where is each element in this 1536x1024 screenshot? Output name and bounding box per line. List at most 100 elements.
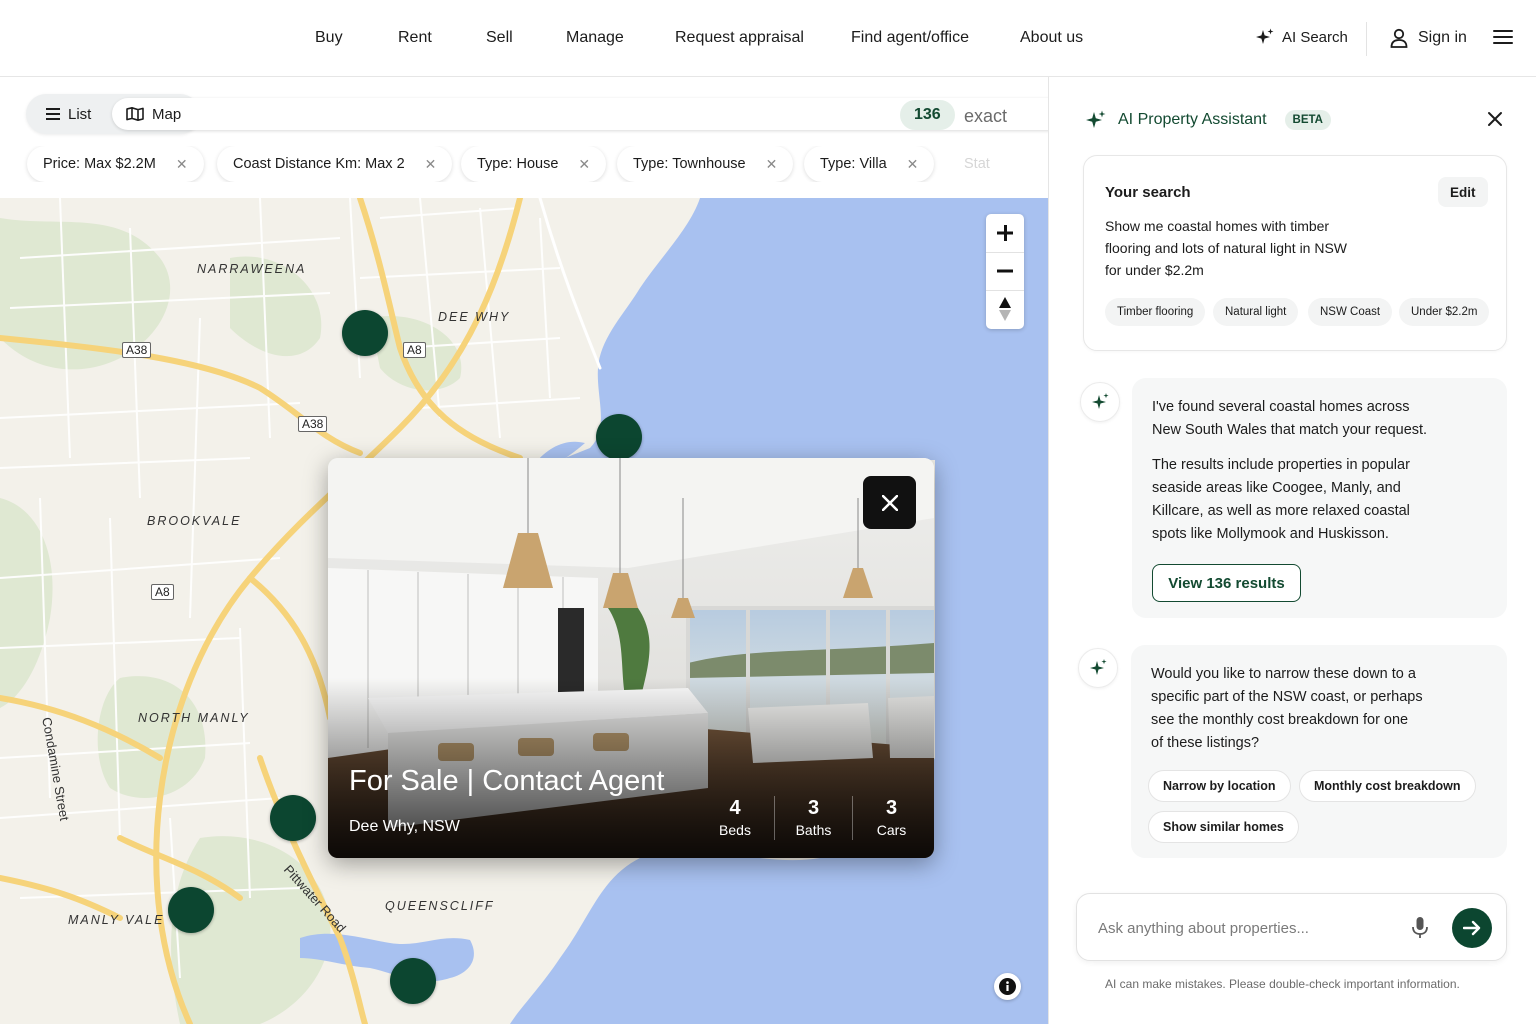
- message-text: Would you like to narrow these down to a…: [1151, 666, 1423, 751]
- info-icon: [999, 978, 1016, 995]
- map-info-button[interactable]: [994, 973, 1021, 1000]
- map-area-label: DEE WHY: [438, 310, 511, 324]
- suggestion-similar-homes[interactable]: Show similar homes: [1148, 811, 1299, 843]
- filter-chip-coast-distance[interactable]: Coast Distance Km: Max 2 ✕: [217, 146, 453, 182]
- main-nav: Buy Rent Sell Manage Request appraisal F…: [0, 0, 1200, 77]
- filter-chip-label: Stat: [964, 156, 990, 172]
- list-icon: [46, 108, 60, 120]
- user-icon: [1390, 28, 1408, 48]
- suggestion-monthly-cost[interactable]: Monthly cost breakdown: [1299, 770, 1476, 802]
- view-results-button[interactable]: View 136 results: [1152, 564, 1301, 602]
- nav-about-us[interactable]: About us: [1020, 29, 1083, 47]
- nav-manage[interactable]: Manage: [566, 29, 624, 47]
- zoom-in-button[interactable]: [986, 214, 1024, 252]
- close-icon[interactable]: ✕: [425, 156, 437, 173]
- ai-search-button[interactable]: AI Search: [1256, 28, 1348, 46]
- filter-chip-type-townhouse[interactable]: Type: Townhouse ✕: [617, 146, 794, 182]
- close-icon[interactable]: ✕: [176, 156, 188, 173]
- beds-count: 4: [729, 797, 741, 819]
- close-assistant-button[interactable]: [1484, 108, 1506, 130]
- map-pin[interactable]: [390, 958, 436, 1004]
- chat-input-box: [1076, 893, 1507, 961]
- sign-in-label: Sign in: [1418, 29, 1467, 46]
- map-pin[interactable]: [342, 310, 388, 356]
- filter-chip-status[interactable]: Stat: [948, 146, 1006, 182]
- beds-label: Beds: [719, 822, 751, 838]
- map-pin[interactable]: [168, 887, 214, 933]
- nav-sell[interactable]: Sell: [486, 29, 513, 47]
- search-query-text: Show me coastal homes with timber floori…: [1105, 218, 1348, 278]
- search-tag: NSW Coast: [1308, 298, 1393, 326]
- your-search-heading: Your search: [1105, 184, 1191, 201]
- map-pin[interactable]: [270, 795, 316, 841]
- filter-chip-type-villa[interactable]: Type: Villa ✕: [804, 146, 935, 182]
- filter-chip-label: Type: Townhouse: [633, 156, 746, 172]
- map-zoom-controls: [986, 214, 1024, 329]
- listing-stats: 4 Beds 3 Baths 3 Cars: [696, 796, 930, 840]
- baths-stat: 3 Baths: [774, 796, 852, 840]
- close-icon[interactable]: ✕: [766, 156, 778, 173]
- compass-button[interactable]: [986, 290, 1024, 328]
- compass-icon: [999, 297, 1011, 321]
- road-shield: A8: [151, 584, 174, 600]
- filter-chip-type-house[interactable]: Type: House ✕: [461, 146, 607, 182]
- search-tag: Timber flooring: [1105, 298, 1206, 326]
- edit-search-button[interactable]: Edit: [1438, 177, 1488, 207]
- message-text: I've found several coastal homes across …: [1152, 399, 1428, 438]
- assistant-avatar: [1078, 648, 1118, 688]
- list-view-button[interactable]: List: [32, 98, 105, 130]
- minus-icon: [997, 269, 1013, 273]
- close-icon[interactable]: ✕: [578, 156, 590, 173]
- nav-request-appraisal[interactable]: Request appraisal: [675, 29, 804, 47]
- send-button[interactable]: [1452, 908, 1492, 948]
- assistant-message: Would you like to narrow these down to a…: [1131, 645, 1507, 858]
- assistant-title: AI Property Assistant: [1118, 111, 1267, 128]
- map-area-label: NARRAWEENA: [197, 262, 307, 276]
- list-view-label: List: [68, 105, 92, 123]
- plus-icon: [997, 225, 1013, 241]
- ai-search-label: AI Search: [1282, 28, 1348, 46]
- map-area-label: NORTH MANLY: [138, 711, 250, 725]
- listing-headline: For Sale | Contact Agent: [349, 765, 665, 797]
- chat-input-field[interactable]: [1098, 916, 1388, 940]
- cars-stat: 3 Cars: [852, 796, 930, 840]
- assistant-message: I've found several coastal homes across …: [1132, 378, 1507, 618]
- nav-rent[interactable]: Rent: [398, 29, 432, 47]
- property-preview-card[interactable]: For Sale | Contact Agent Dee Why, NSW 4 …: [328, 458, 934, 858]
- close-icon[interactable]: ✕: [907, 156, 919, 173]
- nav-find-agent-office[interactable]: Find agent/office: [851, 29, 969, 47]
- sign-in-button[interactable]: Sign in: [1390, 28, 1467, 48]
- search-tag: Natural light: [1213, 298, 1299, 326]
- header-divider: [1366, 22, 1367, 56]
- map-pin[interactable]: [596, 414, 642, 460]
- suggestion-narrow-location[interactable]: Narrow by location: [1148, 770, 1291, 802]
- nav-buy[interactable]: Buy: [315, 29, 343, 47]
- result-count-badge: 136: [900, 100, 955, 130]
- filter-chip-label: Type: Villa: [820, 156, 887, 172]
- filter-chip-price[interactable]: Price: Max $2.2M ✕: [27, 146, 204, 182]
- map-area-label: QUEENSCLIFF: [385, 899, 495, 913]
- ai-disclaimer: AI can make mistakes. Please double-chec…: [1105, 977, 1460, 991]
- cars-count: 3: [885, 797, 898, 819]
- search-tag: Under $2.2m: [1399, 298, 1490, 326]
- road-shield: A38: [298, 416, 328, 432]
- sparkle-icon: [1256, 28, 1274, 44]
- road-shield: A8: [403, 342, 426, 358]
- zoom-out-button[interactable]: [986, 252, 1024, 290]
- hamburger-menu-icon[interactable]: [1493, 30, 1513, 48]
- beta-badge: BETA: [1284, 110, 1331, 130]
- baths-label: Baths: [795, 822, 832, 838]
- microphone-icon[interactable]: [1411, 916, 1429, 940]
- assistant-header: AI Property Assistant BETA: [1086, 110, 1331, 130]
- map-area-label: BROOKVALE: [147, 514, 242, 528]
- sparkle-icon: [1092, 393, 1109, 409]
- card-close-button[interactable]: [863, 476, 916, 529]
- assistant-avatar: [1080, 382, 1120, 422]
- filter-chip-label: Type: House: [477, 156, 559, 172]
- view-toggle: List Map: [26, 94, 1160, 134]
- sparkle-icon: [1086, 110, 1106, 128]
- close-icon: [881, 494, 898, 511]
- road-shield: A38: [122, 342, 152, 358]
- map-icon: [126, 107, 144, 121]
- filter-chips: Price: Max $2.2M ✕ Coast Distance Km: Max…: [0, 146, 1048, 182]
